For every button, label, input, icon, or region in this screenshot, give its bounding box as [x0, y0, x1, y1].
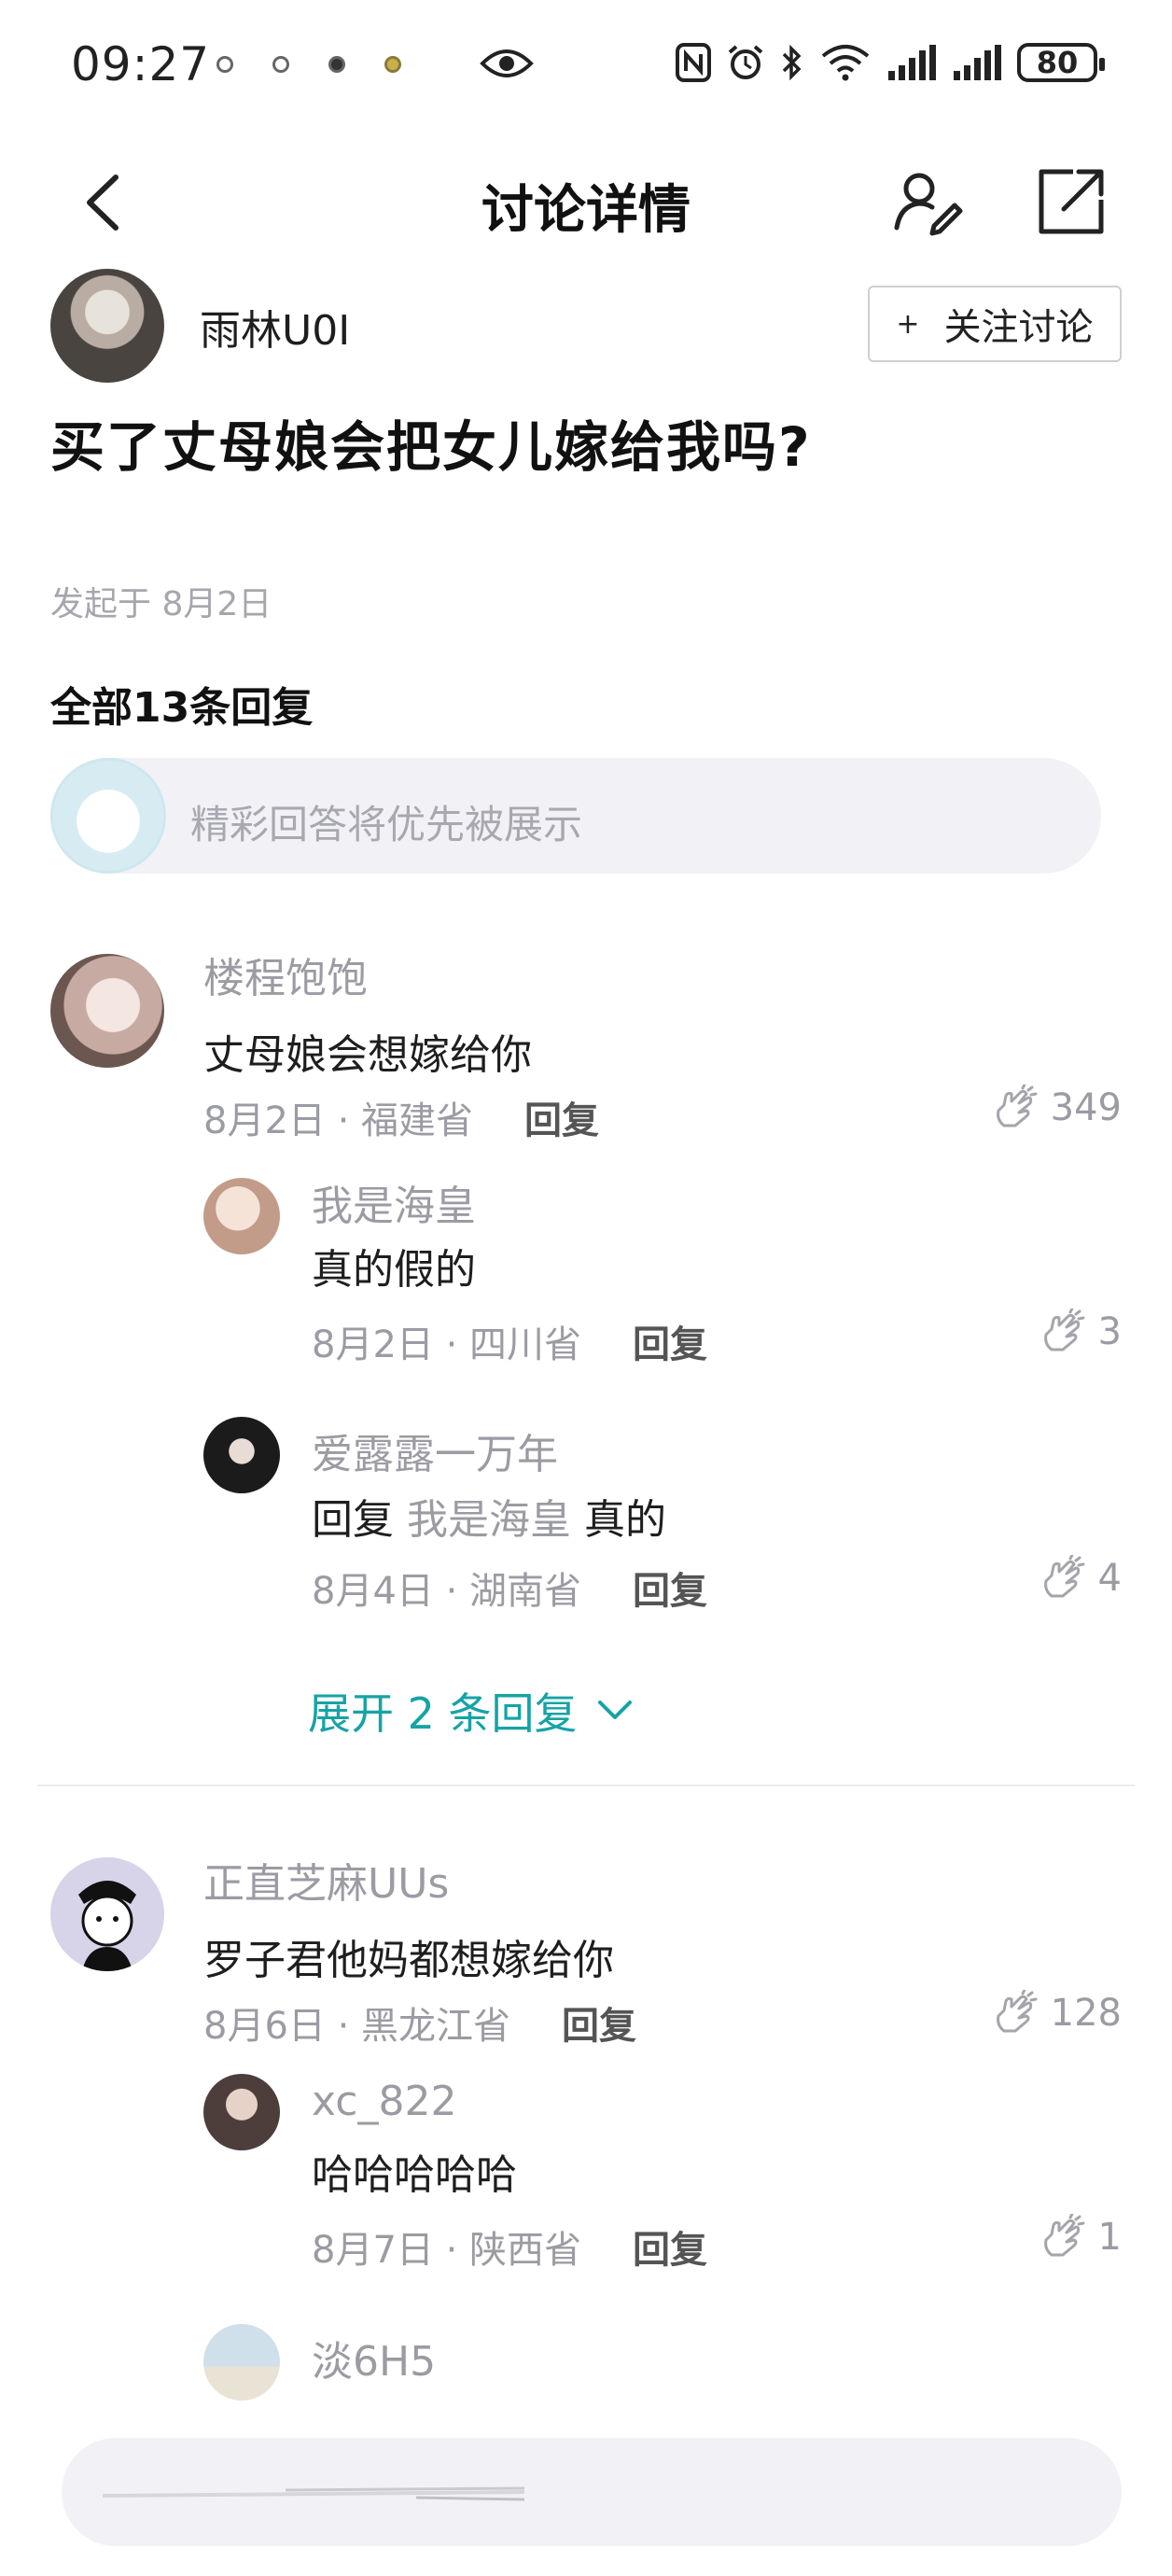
follow-label: 关注讨论 [943, 306, 1094, 349]
commenter-name[interactable]: 我是海皇 [312, 1172, 476, 1232]
reply-count: 全部13条回复 [50, 684, 314, 732]
comment-meta: 8月7日 · 陕西省 [312, 2229, 582, 2272]
commenter-name[interactable]: 爱露露一万年 [312, 1421, 558, 1480]
battery-indicator: 80 [1017, 43, 1105, 82]
comment-text: 真的假的 [312, 1246, 476, 1294]
like-hand-icon [1043, 2214, 1085, 2257]
expand-replies-label: 展开 2 条回复 [308, 1688, 578, 1739]
comment-meta: 8月4日 · 湖南省 [312, 1570, 582, 1613]
comment-meta: 8月2日 · 四川省 [312, 1323, 582, 1366]
comment-text: 丈母娘会想嫁给你 [203, 1031, 532, 1079]
notification-icon [328, 56, 345, 73]
notification-icon [272, 56, 289, 73]
comment-meta: 8月2日 · 福建省 [203, 1099, 474, 1142]
like-hand-icon [1043, 1555, 1085, 1598]
reply-button[interactable]: 回复 [524, 1090, 599, 1144]
author-avatar[interactable] [50, 269, 164, 383]
commenter-avatar[interactable] [50, 1857, 164, 1971]
share-icon[interactable] [1036, 166, 1107, 237]
reply-button[interactable]: 回复 [633, 1561, 707, 1615]
like-hand-icon [996, 1990, 1038, 2033]
reply-text: 真的 [584, 1496, 666, 1544]
reply-button[interactable]: 回复 [633, 2219, 707, 2274]
follow-discussion-button[interactable]: + 关注讨论 [868, 286, 1122, 362]
commenter-avatar[interactable] [203, 2074, 280, 2150]
reply-target-mention[interactable]: 我是海皇 [407, 1496, 571, 1544]
my-avatar [50, 758, 166, 874]
like-hand-icon [996, 1085, 1038, 1127]
like-button[interactable]: 3 [1039, 1309, 1122, 1355]
reply-input-row: 精彩回答将优先被展示 [50, 758, 1101, 874]
signal-icon [888, 45, 936, 80]
signal-icon [954, 45, 1001, 80]
commenter-avatar[interactable] [203, 1417, 280, 1493]
edit-profile-icon[interactable] [891, 166, 964, 239]
like-count: 4 [1097, 1557, 1122, 1600]
reply-input-placeholder: 精彩回答将优先被展示 [190, 802, 583, 847]
like-button[interactable]: 349 [991, 1085, 1122, 1131]
comment-meta: 8月6日 · 黑龙江省 [203, 2005, 511, 2048]
nav-bar: 讨论详情 [0, 149, 1172, 252]
like-count: 349 [1050, 1086, 1122, 1129]
bottom-comment-bar[interactable] [62, 2438, 1122, 2546]
notification-icon [216, 56, 233, 73]
page-title: 讨论详情 [481, 180, 691, 241]
like-button[interactable]: 128 [991, 1990, 1122, 2037]
eye-icon [480, 49, 534, 77]
plus-icon: + [896, 307, 920, 341]
cartoon-avatar-icon [78, 1881, 136, 1971]
commenter-avatar[interactable] [203, 2324, 280, 2401]
like-count: 1 [1097, 2216, 1122, 2259]
commenter-avatar[interactable] [203, 1178, 280, 1254]
like-hand-icon [1043, 1309, 1085, 1351]
post-title: 买了丈母娘会把女儿嫁给我吗? [50, 415, 812, 479]
commenter-name[interactable]: 楼程饱饱 [203, 945, 368, 1004]
status-time: 09:27 [71, 37, 211, 91]
alarm-icon [728, 45, 763, 79]
like-count: 128 [1050, 1992, 1122, 2035]
like-button[interactable]: 4 [1039, 1555, 1122, 1602]
commenter-name[interactable]: 正直芝麻UUs [203, 1850, 449, 1910]
post-date: 发起于 8月2日 [50, 585, 272, 623]
reply-prefix: 回复 [312, 1496, 394, 1544]
commenter-avatar[interactable] [50, 954, 164, 1068]
wifi-icon [821, 45, 870, 81]
bluetooth-icon [782, 44, 802, 81]
notification-icon [384, 56, 401, 73]
blurred-text-icon [102, 2486, 525, 2501]
comment-text: 罗子君他妈都想嫁给你 [203, 1937, 614, 1984]
like-count: 3 [1097, 1310, 1122, 1353]
comment-text: 哈哈哈哈哈 [312, 2151, 517, 2199]
status-icons: 80 [676, 43, 1105, 82]
commenter-name[interactable]: xc_822 [312, 2078, 456, 2125]
like-button[interactable]: 1 [1039, 2214, 1122, 2261]
chevron-down-icon [597, 1701, 632, 1719]
author-name[interactable]: 雨林U0I [200, 297, 350, 357]
reply-button[interactable]: 回复 [562, 1995, 636, 2050]
divider [37, 1785, 1135, 1786]
reply-button[interactable]: 回复 [633, 1314, 707, 1368]
status-bar: 09:27 80 [0, 0, 1172, 140]
nfc-icon [676, 43, 711, 82]
comment-text: 回复 我是海皇 真的 [312, 1486, 666, 1546]
expand-replies-button[interactable]: 展开 2 条回复 [308, 1680, 634, 1742]
commenter-name[interactable]: 淡6H5 [312, 2328, 436, 2387]
